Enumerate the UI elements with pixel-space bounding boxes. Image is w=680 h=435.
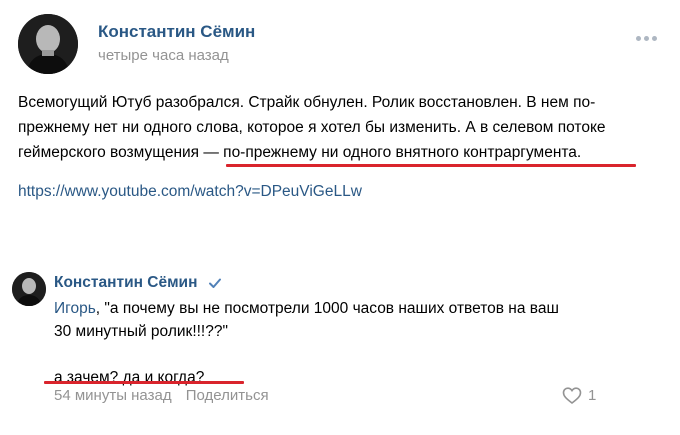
heart-icon <box>562 387 582 405</box>
youtube-link[interactable]: https://www.youtube.com/watch?v=DPeuViGe… <box>18 183 362 201</box>
like-count: 1 <box>588 387 597 404</box>
post-text-line: прежнему нет ни одного слова, которое я … <box>18 119 606 136</box>
comment-author[interactable]: Константин Сёмин <box>54 274 197 292</box>
comment-addressee-link[interactable]: Игорь <box>54 300 96 317</box>
comment-blank-line <box>54 343 614 366</box>
post-text: Всемогущий Ютуб разобрался. Страйк обнул… <box>18 90 658 165</box>
post-text-line: Всемогущий Ютуб разобрался. Страйк обнул… <box>18 94 596 111</box>
comment: Константин Сёмин Игорь, "а почему вы не … <box>12 268 612 418</box>
post-text-line: геймерского возмущения — по-прежнему ни … <box>18 144 582 161</box>
comment-reply: а зачем? да и когда? <box>54 369 205 386</box>
more-icon[interactable] <box>636 28 660 41</box>
comment-quote-text: , "а почему вы не посмотрели 1000 часов … <box>95 300 559 317</box>
author-avatar[interactable] <box>18 14 78 74</box>
red-underline-annotation <box>226 164 636 167</box>
verified-icon <box>209 278 221 288</box>
comment-quote-line: 30 минутный ролик!!!??" <box>54 323 228 340</box>
comment-quote-line: Игорь, "а почему вы не посмотрели 1000 ч… <box>54 297 614 320</box>
post-time[interactable]: четыре часа назад <box>98 47 229 64</box>
comment-time[interactable]: 54 минуты назад <box>54 387 172 404</box>
comment-text: Игорь, "а почему вы не посмотрели 1000 ч… <box>54 297 614 389</box>
red-underline-annotation <box>44 381 244 384</box>
post-header: Константин Сёмин четыре часа назад <box>18 14 662 76</box>
share-button[interactable]: Поделиться <box>186 387 269 404</box>
comment-footer: 54 минуты назад Поделиться <box>54 387 269 404</box>
comment-avatar[interactable] <box>12 272 46 306</box>
author-name[interactable]: Константин Сёмин <box>98 22 255 42</box>
